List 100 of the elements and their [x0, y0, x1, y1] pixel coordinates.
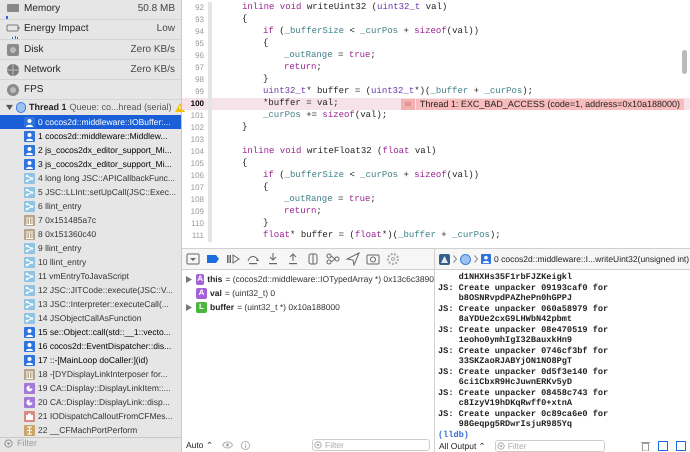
info-icon: [240, 440, 250, 450]
line-number: 94: [182, 26, 212, 38]
line-number: 108: [182, 194, 212, 206]
scope-selector[interactable]: Auto ⌃: [186, 438, 214, 452]
breakpoint-toggle-icon[interactable]: [206, 252, 220, 266]
stack-frame[interactable]: 20 CA::Display::DisplayLink::disp...: [0, 395, 181, 409]
columns-icon: [24, 214, 35, 226]
stack-frame[interactable]: 15 se::Object::call(std::__1::vecto...: [0, 325, 181, 339]
code-line: }: [263, 217, 268, 230]
output-selector[interactable]: All Output ⌃: [439, 440, 487, 452]
filter-field[interactable]: Filter: [17, 438, 177, 449]
stack-frame[interactable]: 16 cocos2d::EventDispatcher::dis...: [0, 339, 181, 353]
stack-frame[interactable]: 13 JSC::Interpreter::executeCall(...: [0, 297, 181, 311]
continue-icon[interactable]: [226, 252, 240, 266]
graph-icon[interactable]: [326, 252, 340, 266]
console-line: JS: Create unpacker 060a58979 for: [438, 304, 610, 314]
stack-frame[interactable]: 2 js_cocos2dx_editor_support_Mi...: [0, 143, 181, 157]
scope-badge: A: [196, 274, 204, 284]
console-line: c8IzyV19hDKqRwff0+xtnA: [458, 398, 574, 408]
thread-queue: Queue: co...hread (serial): [70, 100, 172, 114]
stack-frame[interactable]: 6 llint_entry: [0, 199, 181, 213]
line-number: 98: [182, 74, 212, 86]
error-icon: [400, 98, 415, 110]
memory-graph: [6, 16, 10, 18]
panel-left-icon: [658, 441, 668, 452]
console-line: JS: Create unpacker 0746cf3bf for: [438, 346, 610, 356]
line-number: 96: [182, 50, 212, 62]
scope-badge: L: [196, 302, 207, 312]
filter-icon: [4, 439, 13, 448]
columns-icon: [24, 228, 35, 240]
code-line: *buffer = val;: [263, 97, 339, 110]
nodes-icon: [24, 312, 35, 324]
pie-icon: [24, 382, 35, 394]
gauge-label: Energy Impact: [24, 22, 90, 36]
variable-value: = (uint32_t) 0: [224, 286, 276, 300]
person-icon: [24, 116, 35, 128]
disclosure-triangle-icon[interactable]: [186, 276, 192, 282]
pie-icon: [24, 396, 35, 408]
camera-icon[interactable]: [366, 252, 380, 266]
filter-field[interactable]: Filter: [312, 439, 430, 451]
step-out-icon[interactable]: [286, 252, 300, 266]
stack-frame[interactable]: 22 __CFMachPortPerform: [0, 423, 181, 437]
stack-frame[interactable]: 3 js_cocos2dx_editor_support_Mi...: [0, 157, 181, 171]
line-number: 92: [182, 2, 212, 14]
person-icon: [24, 354, 35, 366]
app-icon: [439, 254, 450, 264]
stack-frame[interactable]: 4 long long JSC::APICallbackFunc...: [0, 171, 181, 185]
scope-badge: A: [196, 288, 207, 298]
globe-icon: [6, 62, 20, 76]
step-into-icon[interactable]: [266, 252, 280, 266]
location-icon[interactable]: [346, 252, 360, 266]
stack-frame[interactable]: 5 JSC::LLInt::setUpCall(JSC::Exec...: [0, 185, 181, 199]
stack-frame[interactable]: 17 ::-[MainLoop doCaller:](id): [0, 353, 181, 367]
code-line: if (_bufferSize < _curPos + sizeof(val)): [263, 25, 480, 38]
console-line: (lldb): [438, 430, 470, 440]
thread-icon: [460, 254, 471, 264]
console-line: JS: Create unpacker 09193caf0 for: [438, 282, 610, 293]
line-number: 110: [182, 218, 212, 230]
filter-field[interactable]: Filter: [494, 440, 605, 452]
gauge-label: Network: [24, 63, 62, 77]
stack-frame[interactable]: 14 JSObjectCallAsFunction: [0, 311, 181, 325]
code-line: {: [242, 13, 248, 26]
person-icon: [24, 130, 35, 142]
stack-frame[interactable]: 12 JSC::JITCode::execute(JSC::V...: [0, 283, 181, 297]
code-line: {: [263, 181, 268, 194]
line-number: 109: [182, 206, 212, 218]
stack-frame[interactable]: 8 0x151360c40: [0, 227, 181, 241]
stack-frame[interactable]: 7 0x151485a7c: [0, 213, 181, 227]
gauge-value: Low: [156, 22, 175, 36]
stack-frame[interactable]: 10 llint_entry: [0, 255, 181, 269]
line-number: 107: [182, 182, 212, 194]
variable-name: this: [207, 272, 222, 286]
code-line: uint32_t* buffer = (uint32_t*)(_buffer + _curPos);: [263, 85, 534, 98]
console-line: 8aYDUe2cxG9LHWbN42pbmt: [458, 314, 574, 324]
hide-panel-icon[interactable]: [186, 252, 200, 266]
thread-icon: [16, 102, 26, 113]
stack-frame[interactable]: 0 cocos2d::middleware::IOBuffer:...: [0, 115, 181, 129]
code-line: _outRange = true;: [284, 193, 376, 206]
gauge-value: 50.8 MB: [138, 2, 175, 16]
person-icon: [24, 158, 35, 170]
panel-right-icon: [676, 441, 686, 452]
nodes-icon: [24, 298, 35, 310]
scrollbar-thumb[interactable]: [682, 50, 687, 74]
gauge-value: Zero KB/s: [130, 63, 175, 77]
stack-frame[interactable]: 1 cocos2d::middleware::Middlew...: [0, 129, 181, 143]
stack-frame[interactable]: 9 llint_entry: [0, 241, 181, 255]
console-line: 98Geqpg5RDwrIsjuR985Yq: [458, 419, 574, 430]
code-line: inline void writeFloat32 (float val): [242, 145, 436, 158]
stack-frame[interactable]: 21 IODispatchCalloutFromCFMes...: [0, 409, 181, 423]
stack-frame[interactable]: 19 CA::Display::DisplayLinkItem::...: [0, 381, 181, 395]
nodes-icon: [24, 200, 35, 212]
line-number: 106: [182, 170, 212, 182]
stack-frame[interactable]: 11 vmEntryToJavaScript: [0, 269, 181, 283]
code-line: if (_bufferSize < _curPos + sizeof(val)): [263, 169, 480, 182]
stack-frame[interactable]: 18 -[DYDisplayLinkInterposer for...: [0, 367, 181, 381]
disclosure-triangle-icon[interactable]: [186, 304, 192, 310]
person-icon: [481, 254, 491, 264]
filter-icon: [496, 442, 505, 450]
gauge-label: Memory: [24, 2, 62, 16]
variable-value: = (cocos2d::middleware::IOTypedArray *) 0x13c6c3890: [225, 272, 434, 286]
